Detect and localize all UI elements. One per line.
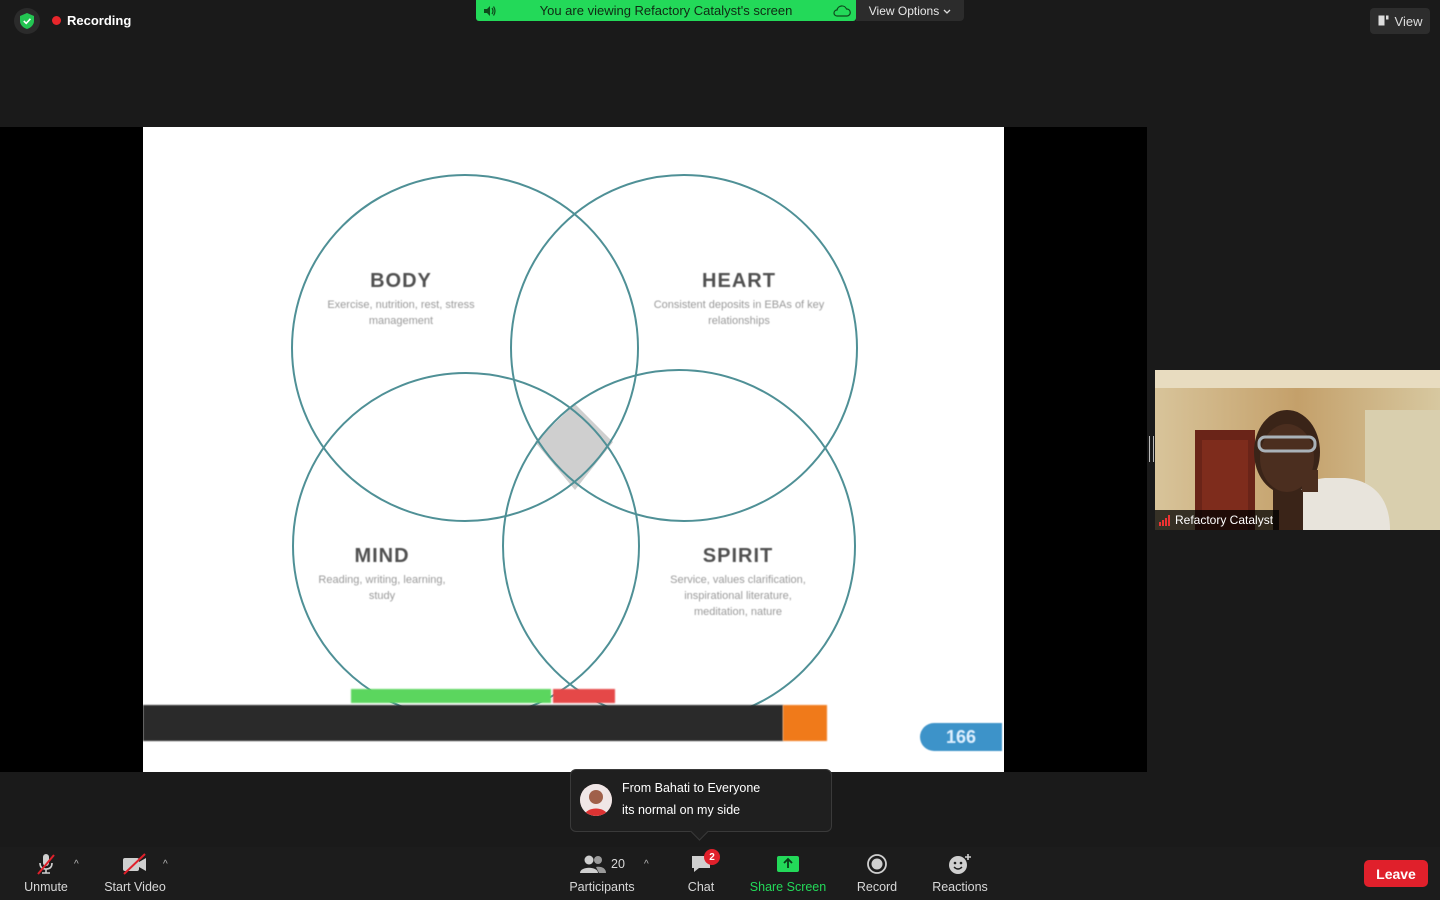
- share-screen-label: Share Screen: [749, 880, 827, 894]
- recording-indicator[interactable]: Recording: [52, 13, 131, 28]
- body-label: BODY Exercise, nutrition, rest, stress m…: [315, 270, 487, 329]
- heart-label: HEART Consistent deposits in EBAs of key…: [653, 270, 825, 329]
- chat-button[interactable]: 2 Chat: [680, 847, 722, 900]
- venn-diagram: [291, 174, 858, 723]
- mind-label: MIND Reading, writing, learning, study: [317, 545, 447, 604]
- chat-notification-message: its normal on my side: [622, 803, 741, 817]
- nested-zoom-toolbar: [143, 705, 783, 741]
- chat-label: Chat: [687, 880, 715, 894]
- chat-unread-badge: 2: [704, 849, 720, 865]
- record-button[interactable]: Record: [852, 847, 902, 900]
- viewing-screen-banner: You are viewing Refactory Catalyst's scr…: [476, 0, 856, 21]
- record-label: Record: [856, 880, 898, 894]
- share-screen-button[interactable]: Share Screen: [746, 847, 830, 900]
- recording-label: Recording: [67, 13, 132, 28]
- share-screen-icon: [776, 850, 800, 878]
- body-title: BODY: [370, 270, 432, 292]
- nested-zoom-banner: [351, 689, 551, 703]
- speaker-icon[interactable]: [476, 5, 504, 17]
- microphone-muted-icon: [34, 850, 58, 878]
- mind-title: MIND: [354, 545, 410, 567]
- video-options-caret-icon[interactable]: ^: [163, 859, 168, 870]
- view-options-button[interactable]: View Options: [856, 0, 964, 21]
- view-options-label: View Options: [868, 3, 940, 18]
- security-shield-icon[interactable]: [14, 8, 40, 34]
- presentation-slide: BODY Exercise, nutrition, rest, stress m…: [143, 127, 1004, 772]
- view-button[interactable]: View: [1370, 8, 1430, 34]
- page-number-badge: 166: [920, 723, 1002, 751]
- participant-video-image: [1155, 370, 1440, 530]
- participants-button[interactable]: 20 Participants: [562, 847, 642, 900]
- chevron-down-icon: [943, 4, 951, 18]
- chat-notification[interactable]: From Bahati to Everyone its normal on my…: [570, 769, 832, 841]
- reactions-button[interactable]: Reactions: [928, 847, 992, 900]
- nested-stop-share-button: [553, 689, 615, 703]
- participant-name: Refactory Catalyst: [1175, 513, 1274, 527]
- participants-options-caret-icon[interactable]: ^: [644, 859, 649, 870]
- mind-subtitle: Reading, writing, learning, study: [318, 574, 446, 602]
- signal-strength-icon: [1159, 514, 1170, 526]
- nested-more-button: [783, 705, 827, 741]
- sender-avatar: [580, 784, 612, 816]
- record-icon: [866, 850, 888, 878]
- recording-dot-icon: [52, 16, 61, 25]
- spirit-subtitle: Service, values clarification, inspirati…: [670, 574, 806, 618]
- leave-button[interactable]: Leave: [1364, 860, 1428, 887]
- unmute-button[interactable]: Unmute: [18, 847, 74, 900]
- video-camera-off-icon: [121, 850, 149, 878]
- participant-video-tile[interactable]: Refactory Catalyst: [1155, 370, 1440, 530]
- participants-label: Participants: [569, 880, 635, 894]
- participants-icon: 20: [579, 850, 625, 878]
- body-subtitle: Exercise, nutrition, rest, stress manage…: [327, 299, 475, 327]
- view-label: View: [1394, 13, 1423, 29]
- cloud-icon: [828, 4, 856, 17]
- spirit-label: SPIRIT Service, values clarification, in…: [659, 545, 817, 620]
- heart-title: HEART: [702, 270, 776, 292]
- start-video-button[interactable]: Start Video: [98, 847, 172, 900]
- unmute-label: Unmute: [24, 880, 68, 894]
- panel-resize-handle[interactable]: [1149, 436, 1154, 462]
- toast-pointer: [690, 822, 709, 841]
- chat-notification-sender: From Bahati to Everyone: [622, 781, 761, 795]
- participants-count: 20: [611, 857, 625, 871]
- view-layout-icon: [1378, 14, 1389, 29]
- start-video-label: Start Video: [104, 880, 166, 894]
- spirit-title: SPIRIT: [702, 545, 774, 567]
- audio-options-caret-icon[interactable]: ^: [74, 859, 79, 870]
- meeting-toolbar: Unmute ^ Start Video ^ 20 Participants ^…: [0, 847, 1440, 900]
- participant-nameplate: Refactory Catalyst: [1155, 510, 1280, 530]
- banner-text: You are viewing Refactory Catalyst's scr…: [539, 3, 793, 18]
- reactions-label: Reactions: [932, 880, 988, 894]
- smiley-plus-icon: [948, 850, 972, 878]
- heart-subtitle: Consistent deposits in EBAs of key relat…: [653, 299, 825, 327]
- shared-screen-area[interactable]: BODY Exercise, nutrition, rest, stress m…: [0, 127, 1147, 772]
